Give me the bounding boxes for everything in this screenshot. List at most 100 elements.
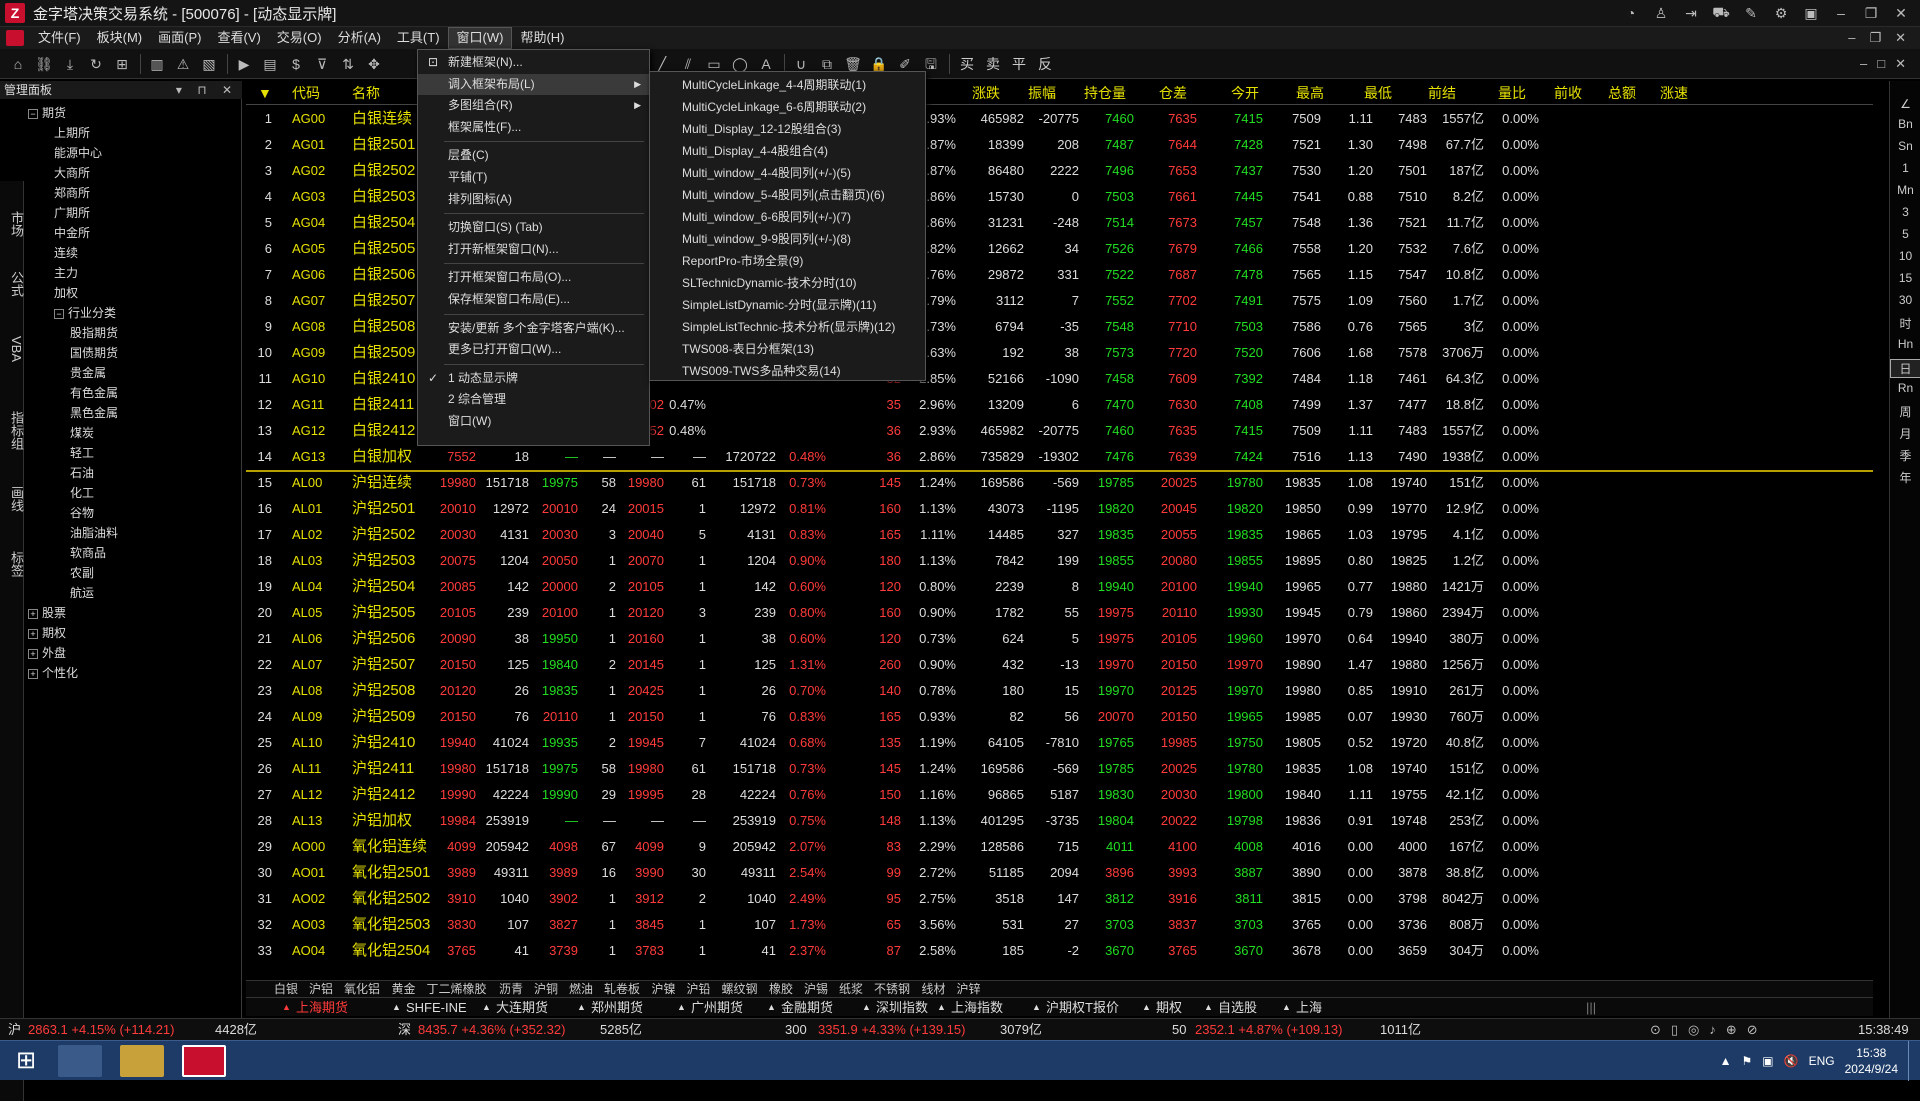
table-row[interactable]: 28 AL13 沪铝加权 19984 253919 — — — — 253919 0.75% 148 1… <box>246 808 1873 834</box>
sector-tab[interactable]: 不锈钢 <box>874 981 910 998</box>
market-tab[interactable]: 上海 <box>1296 998 1322 1017</box>
side-tab-4[interactable]: 画线 <box>0 486 24 512</box>
sector-tab[interactable]: 沪铝 <box>309 981 333 998</box>
layout-submenu-item[interactable]: TWS008-表日分框架(13) <box>650 338 925 360</box>
collapse-icon[interactable]: − <box>54 308 64 319</box>
window-menu-item[interactable]: 窗口(W) <box>418 411 649 432</box>
dollar-icon[interactable]: $ <box>284 53 308 75</box>
tree-node[interactable]: 上期所 <box>28 123 240 143</box>
layout-submenu-item[interactable]: MultiCycleLinkage_4-4周期联动(1) <box>650 74 925 96</box>
scrollbar-thumb[interactable]: ||| <box>1586 998 1596 1017</box>
side-tab-2[interactable]: VBA <box>0 336 24 362</box>
window-menu-item[interactable]: ⊡ 新建框架(N)... <box>418 52 649 73</box>
rss-icon[interactable]: ◔ <box>1620 5 1642 21</box>
layout-submenu-item[interactable]: SimpleListTechnic-技术分析(显示牌)(12) <box>650 316 925 338</box>
market-tab[interactable]: 上海期货 <box>296 998 348 1017</box>
tree-node[interactable]: − 期货 <box>28 103 240 123</box>
table-row[interactable]: 15 AL00 沪铝连续 19980 151718 19975 58 19980 61 15171… <box>246 470 1873 496</box>
alert-icon[interactable]: ⚠ <box>171 53 195 75</box>
image-icon[interactable]: ▧ <box>197 53 221 75</box>
link-icon[interactable]: ⛓ <box>32 53 56 75</box>
window-menu-item[interactable]: 保存框架窗口布局(E)... <box>418 289 649 310</box>
column-header[interactable]: 代码 <box>292 81 320 105</box>
tree-node[interactable]: 连续 <box>28 243 240 263</box>
market-tab[interactable]: 广州期货 <box>691 998 743 1017</box>
market-tab[interactable]: 大连期货 <box>496 998 548 1017</box>
table-row[interactable]: 24 AL09 沪铝2509 20150 76 20110 1 20150 1 76 0.83% 16… <box>246 704 1873 730</box>
user-icon[interactable]: ♙ <box>1650 5 1672 22</box>
collapse-icon[interactable]: − <box>28 108 38 119</box>
sector-tab[interactable]: 白银 <box>274 981 298 998</box>
panel-controls[interactable]: ▾ ⊓ ✕ <box>176 81 238 99</box>
tree-node[interactable]: 航运 <box>28 583 240 603</box>
table-row[interactable]: 27 AL12 沪铝2412 19990 42224 19990 29 19995 28 4222… <box>246 782 1873 808</box>
sector-tab[interactable]: 氧化铝 <box>344 981 380 998</box>
column-header[interactable]: 前结 <box>1428 81 1456 105</box>
side-tab-1[interactable]: 公式 <box>0 271 24 297</box>
tree-node[interactable]: 黑色金属 <box>28 403 240 423</box>
sort-indicator-icon[interactable]: ▼ <box>258 81 272 105</box>
window-menu-item[interactable]: 打开框架窗口布局(O)... <box>418 267 649 288</box>
window-menu-item[interactable]: 层叠(C) <box>418 145 649 166</box>
layout-submenu-item[interactable]: Multi_Display_12-12股组合(3) <box>650 118 925 140</box>
grid-icon[interactable]: ⊞ <box>110 53 134 75</box>
table-row[interactable]: 30 AO01 氧化铝2501 3989 49311 3989 16 3990 30 49311 2… <box>246 860 1873 886</box>
table-row[interactable]: 25 AL10 沪铝2410 19940 41024 19935 2 19945 7 41024 0… <box>246 730 1873 756</box>
sector-tab[interactable]: 沪铅 <box>687 981 711 998</box>
layout-submenu-item[interactable]: TWS009-TWS多品种交易(14) <box>650 360 925 382</box>
period-button[interactable]: Bn <box>1890 117 1920 131</box>
tree-node[interactable]: 农副 <box>28 563 240 583</box>
period-button[interactable]: 季 <box>1890 447 1920 464</box>
login-icon[interactable]: ⇥ <box>1680 5 1702 22</box>
period-button[interactable]: 时 <box>1890 315 1920 332</box>
tree-node[interactable]: + 个性化 <box>28 663 240 683</box>
window-menu-item[interactable]: 多图组合(R) ▶ <box>418 95 649 116</box>
i50-index-value[interactable]: 2352.1 +4.87% (+109.13) <box>1195 1019 1342 1041</box>
side-tab-5[interactable]: 标签 <box>0 551 24 577</box>
period-button[interactable]: 15 <box>1890 271 1920 285</box>
layout-min-icon[interactable]: – <box>1860 56 1867 72</box>
pyramid-app-icon[interactable] <box>182 1045 226 1077</box>
window-menu-item[interactable]: ✓ 1 动态显示牌 <box>418 368 649 389</box>
sell-button[interactable]: 卖 <box>986 54 1000 74</box>
expand-icon[interactable]: + <box>28 628 38 639</box>
tray-lang[interactable]: ENG <box>1809 1054 1835 1068</box>
cart-icon[interactable]: ⛟ <box>1710 4 1732 23</box>
menu-item-4[interactable]: 交易(O) <box>269 27 330 49</box>
layout-submenu-item[interactable]: Multi_window_9-9股同列(+/-)(8) <box>650 228 925 250</box>
layout-submenu-item[interactable]: Multi_window_5-4股同列(点击翻页)(6) <box>650 184 925 206</box>
child-minimize-icon[interactable]: – <box>1848 30 1855 46</box>
table-row[interactable]: 19 AL04 沪铝2504 20085 142 20000 2 20105 1 142 0.60%… <box>246 574 1873 600</box>
period-button[interactable]: 10 <box>1890 249 1920 263</box>
sh-index-value[interactable]: 2863.1 +4.15% (+114.21) <box>28 1019 175 1041</box>
skin-icon[interactable]: ▣ <box>1800 5 1822 22</box>
window-menu-item[interactable]: 平铺(T) <box>418 167 649 188</box>
period-button[interactable]: Sn <box>1890 139 1920 153</box>
window-menu-item[interactable]: 切换窗口(S) (Tab) <box>418 217 649 238</box>
menu-item-5[interactable]: 分析(A) <box>330 27 389 49</box>
tree-node[interactable]: 煤炭 <box>28 423 240 443</box>
tree-node[interactable]: 国债期货 <box>28 343 240 363</box>
sector-tab[interactable]: 橡胶 <box>769 981 793 998</box>
sort-icon[interactable]: ⇅ <box>336 53 360 75</box>
layout-submenu-item[interactable]: SimpleListDynamic-分时(显示牌)(11) <box>650 294 925 316</box>
column-header[interactable]: 今开 <box>1231 81 1259 105</box>
window-menu-item[interactable]: 调入框架布局(L) ▶ <box>418 73 649 95</box>
sector-tab[interactable]: 纸浆 <box>839 981 863 998</box>
refresh-icon[interactable]: ↻ <box>84 53 108 75</box>
table-row[interactable]: 33 AO04 氧化铝2504 3765 41 3739 1 3783 1 41 2.37% 87 2.… <box>246 938 1873 964</box>
tree-node[interactable]: 中金所 <box>28 223 240 243</box>
i300-index-value[interactable]: 3351.9 +4.33% (+139.15) <box>818 1019 965 1041</box>
table-row[interactable]: 21 AL06 沪铝2506 20090 38 19950 1 20160 1 38 0.60% 12… <box>246 626 1873 652</box>
side-tab-3[interactable]: 指标组 <box>0 411 24 450</box>
period-button[interactable]: 30 <box>1890 293 1920 307</box>
layout-close-icon[interactable]: ✕ <box>1895 56 1906 72</box>
column-header[interactable]: 总额 <box>1608 81 1636 105</box>
layout-submenu-item[interactable]: Multi_window_6-6股同列(+/-)(7) <box>650 206 925 228</box>
market-tab[interactable]: 金融期货 <box>781 998 833 1017</box>
tree-node[interactable]: 贵金属 <box>28 363 240 383</box>
sector-tab[interactable]: 轧卷板 <box>604 981 640 998</box>
column-header[interactable]: 振幅 <box>1028 81 1056 105</box>
menu-item-0[interactable]: 文件(F) <box>30 27 89 49</box>
market-tab[interactable]: 自选股 <box>1218 998 1257 1017</box>
